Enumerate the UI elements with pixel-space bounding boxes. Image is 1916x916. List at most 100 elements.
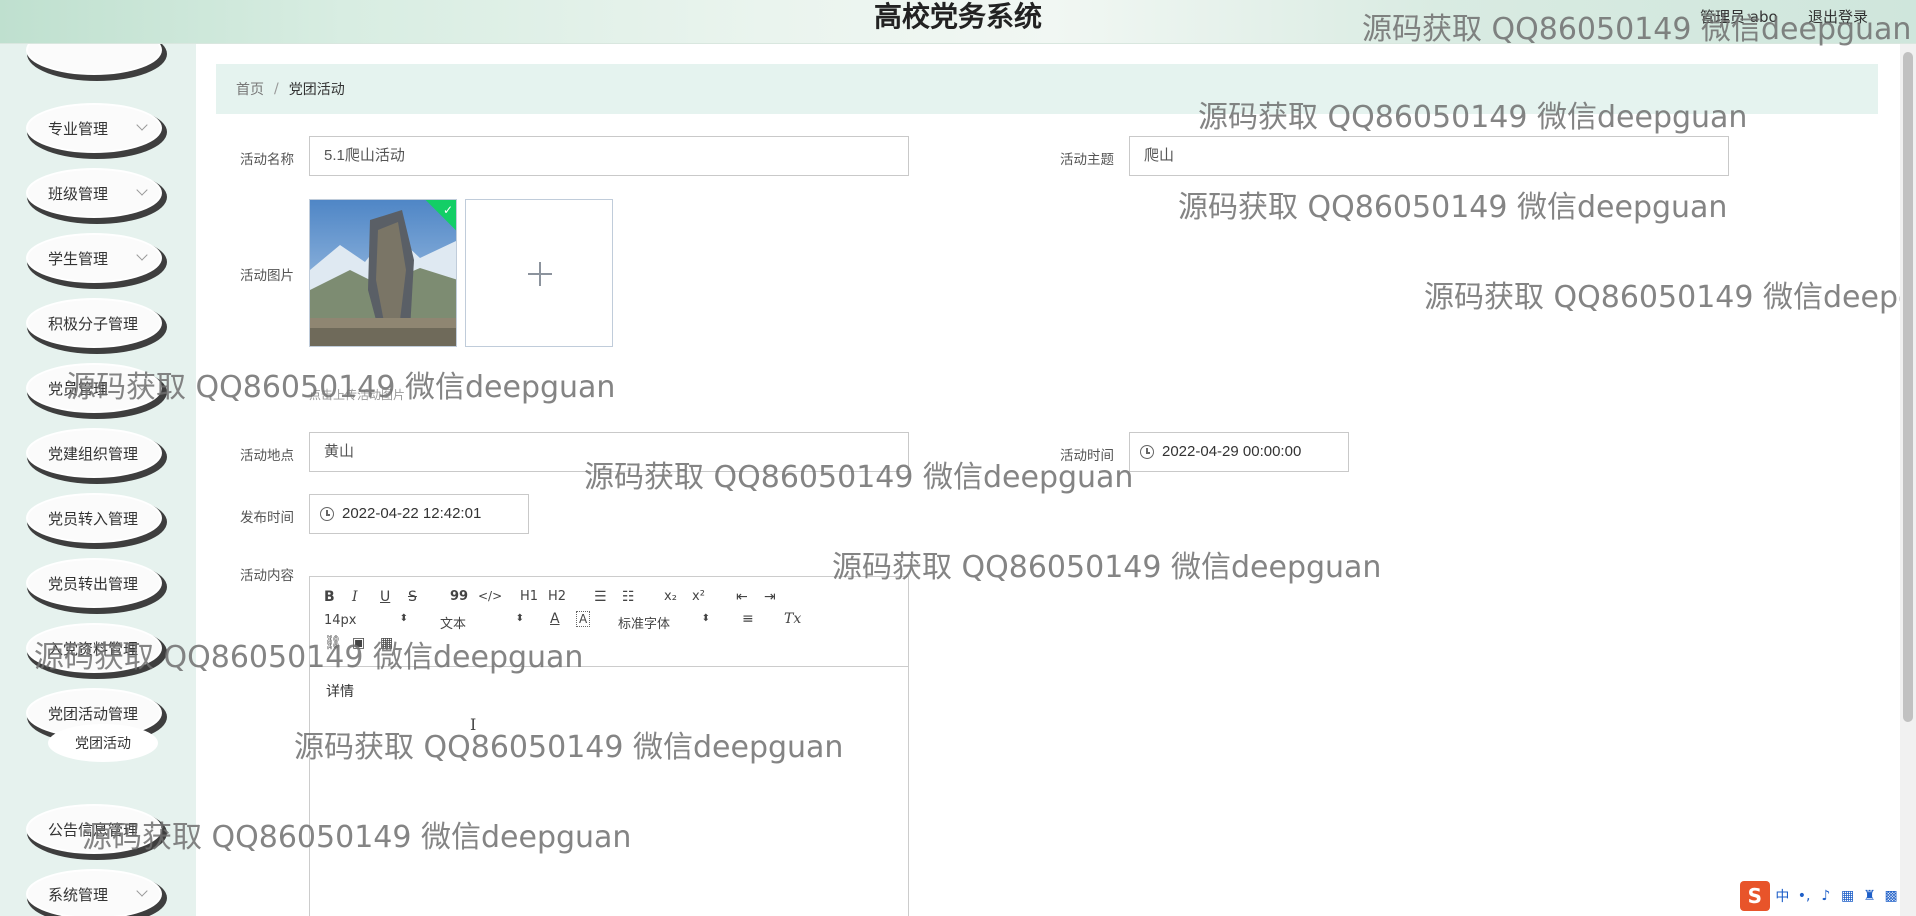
sidebar-item-label: 公告信息管理 xyxy=(48,820,139,839)
image-upload-tip: 点击上传活动图片 xyxy=(309,388,406,402)
sidebar-item-label: 入党资料管理 xyxy=(48,639,139,658)
keyboard-icon[interactable]: ▦ xyxy=(1839,888,1857,904)
sidebar-item-notices[interactable]: 公告信息管理 xyxy=(26,804,162,854)
activity-place-input[interactable]: 黄山 xyxy=(309,432,909,472)
top-header: 高校党务系统 管理员 abo 退出登录 xyxy=(0,0,1916,44)
sidebar-item-transfer-out[interactable]: 党员转出管理 xyxy=(26,558,162,608)
sidebar-item-major[interactable]: 专业管理 xyxy=(26,103,162,153)
current-user: 管理员 abo xyxy=(1700,8,1778,26)
video-icon[interactable]: ▦ xyxy=(380,635,393,651)
main-content: 首页 / 党团活动 活动名称 5.1爬山活动 活动主题 爬山 活动图片 ✓ 点击… xyxy=(196,44,1900,916)
background-color-icon[interactable]: A xyxy=(576,611,591,627)
activity-theme-input[interactable]: 爬山 xyxy=(1129,136,1729,176)
bold-button[interactable]: B xyxy=(324,589,335,605)
sidebar-item-label: 班级管理 xyxy=(48,184,109,203)
skin-icon[interactable]: ♜ xyxy=(1861,888,1879,904)
chevron-down-icon xyxy=(136,184,148,196)
blockquote-button[interactable]: 99 xyxy=(450,589,468,604)
sidebar-item-student[interactable]: 学生管理 xyxy=(26,233,162,283)
page-scrollbar[interactable] xyxy=(1900,44,1916,916)
plus-icon xyxy=(528,262,552,286)
link-icon[interactable]: ⛓ xyxy=(324,635,342,651)
punctuation-icon[interactable]: •, xyxy=(1795,888,1813,904)
italic-button[interactable]: I xyxy=(352,589,358,605)
activity-theme-label: 活动主题 xyxy=(1060,152,1114,168)
publish-time-value: 2022-04-22 12:42:01 xyxy=(342,505,482,522)
header-2-button[interactable]: H2 xyxy=(548,589,566,604)
text-cursor-icon: I xyxy=(470,715,477,734)
app-title: 高校党务系统 xyxy=(873,0,1042,33)
sidebar-item-member[interactable]: 党员管理 xyxy=(26,363,162,413)
mountain-photo xyxy=(310,200,456,346)
clock-icon xyxy=(1140,445,1154,459)
activity-image-label: 活动图片 xyxy=(240,268,294,284)
superscript-button[interactable]: x² xyxy=(692,589,705,604)
breadcrumb-separator: / xyxy=(274,81,279,97)
logout-link[interactable]: 退出登录 xyxy=(1808,6,1868,27)
breadcrumb-home[interactable]: 首页 xyxy=(236,79,264,99)
sidebar-item-label: 党员转出管理 xyxy=(48,574,139,593)
font-color-icon[interactable]: A xyxy=(550,611,560,627)
image-upload-button[interactable] xyxy=(465,199,613,347)
font-family-value: 标准字体 xyxy=(618,617,671,632)
header-value: 文本 xyxy=(440,617,467,632)
breadcrumb: 首页 / 党团活动 xyxy=(216,64,1878,114)
activity-name-input[interactable]: 5.1爬山活动 xyxy=(309,136,909,176)
activity-time-value: 2022-04-29 00:00:00 xyxy=(1162,443,1302,460)
toolbox-icon[interactable]: ▩ xyxy=(1882,888,1900,904)
clock-icon xyxy=(320,507,334,521)
sidebar-item-materials[interactable]: 入党资料管理 xyxy=(26,623,162,673)
select-arrows-icon: ⬍ xyxy=(399,613,408,624)
bullet-list-icon[interactable]: ☷ xyxy=(622,589,635,605)
activity-time-label: 活动时间 xyxy=(1060,448,1114,464)
select-arrows-icon: ⬍ xyxy=(515,613,524,624)
sidebar-item-label: 党员转入管理 xyxy=(48,509,139,528)
sidebar-item-system[interactable]: 系统管理 xyxy=(26,869,162,916)
sidebar-item-label: 积极分子管理 xyxy=(48,314,139,333)
sidebar-item-organization[interactable]: 党建组织管理 xyxy=(26,428,162,478)
scrollbar-thumb[interactable] xyxy=(1903,52,1913,722)
sidebar-subitem-activity[interactable]: 党团活动 xyxy=(48,724,158,762)
header-select[interactable]: 文本 ⬍ xyxy=(440,613,524,632)
strike-button[interactable]: S xyxy=(408,589,417,605)
underline-button[interactable]: U xyxy=(380,589,390,605)
code-block-button[interactable]: </> xyxy=(478,589,502,603)
check-icon: ✓ xyxy=(442,203,453,217)
chevron-down-icon xyxy=(136,885,148,897)
font-size-select[interactable]: 14px ⬍ xyxy=(324,613,408,628)
sidebar-item-label: 党员管理 xyxy=(48,379,109,398)
editor-text: 详情 xyxy=(326,684,354,700)
editor-content[interactable]: 详情 xyxy=(310,667,908,715)
sidebar-item-class[interactable]: 班级管理 xyxy=(26,168,162,218)
chevron-down-icon xyxy=(136,119,148,131)
sidebar: 专业管理 班级管理 学生管理 积极分子管理 党员管理 党建组织管理 党员转入管理… xyxy=(0,44,196,916)
ime-toolbar: S 中 •, ♪ ▦ ♜ ▩ xyxy=(1740,876,1900,916)
publish-time-picker[interactable]: 2022-04-22 12:42:01 xyxy=(309,494,529,534)
chevron-down-icon xyxy=(136,249,148,261)
uploaded-image-thumbnail[interactable]: ✓ xyxy=(309,199,457,347)
select-arrows-icon: ⬍ xyxy=(701,613,710,624)
sidebar-item-transfer-in[interactable]: 党员转入管理 xyxy=(26,493,162,543)
sogou-s-icon[interactable]: S xyxy=(1740,881,1770,911)
sidebar-item-label: 系统管理 xyxy=(48,885,109,904)
microphone-icon[interactable]: ♪ xyxy=(1817,888,1835,904)
clean-format-button[interactable]: Tx xyxy=(784,611,801,627)
outdent-icon[interactable]: ⇤ xyxy=(736,589,748,605)
sidebar-item-activist[interactable]: 积极分子管理 xyxy=(26,298,162,348)
header-1-button[interactable]: H1 xyxy=(520,589,538,604)
font-family-select[interactable]: 标准字体 ⬍ xyxy=(618,613,710,632)
indent-icon[interactable]: ⇥ xyxy=(764,589,776,605)
breadcrumb-current: 党团活动 xyxy=(288,82,345,98)
chinese-mode-icon[interactable]: 中 xyxy=(1774,886,1792,906)
align-icon[interactable]: ≡ xyxy=(742,611,754,627)
image-icon[interactable]: ▣ xyxy=(352,635,365,651)
activity-name-label: 活动名称 xyxy=(240,152,294,168)
subscript-button[interactable]: x₂ xyxy=(664,589,677,604)
app-root: 高校党务系统 管理员 abo 退出登录 专业管理 班级管理 学生管理 积极分子管… xyxy=(0,0,1916,916)
sidebar-item-top-partial[interactable] xyxy=(26,44,162,75)
activity-time-picker[interactable]: 2022-04-29 00:00:00 xyxy=(1129,432,1349,472)
chevron-down-icon xyxy=(136,379,148,391)
ordered-list-icon[interactable]: ☰ xyxy=(594,589,607,605)
editor-toolbar: B I U S 99 </> H1 H2 ☰ ☷ x₂ x² ⇤ ⇥ 14px ⬍… xyxy=(310,577,908,667)
activity-content-label: 活动内容 xyxy=(240,568,294,584)
